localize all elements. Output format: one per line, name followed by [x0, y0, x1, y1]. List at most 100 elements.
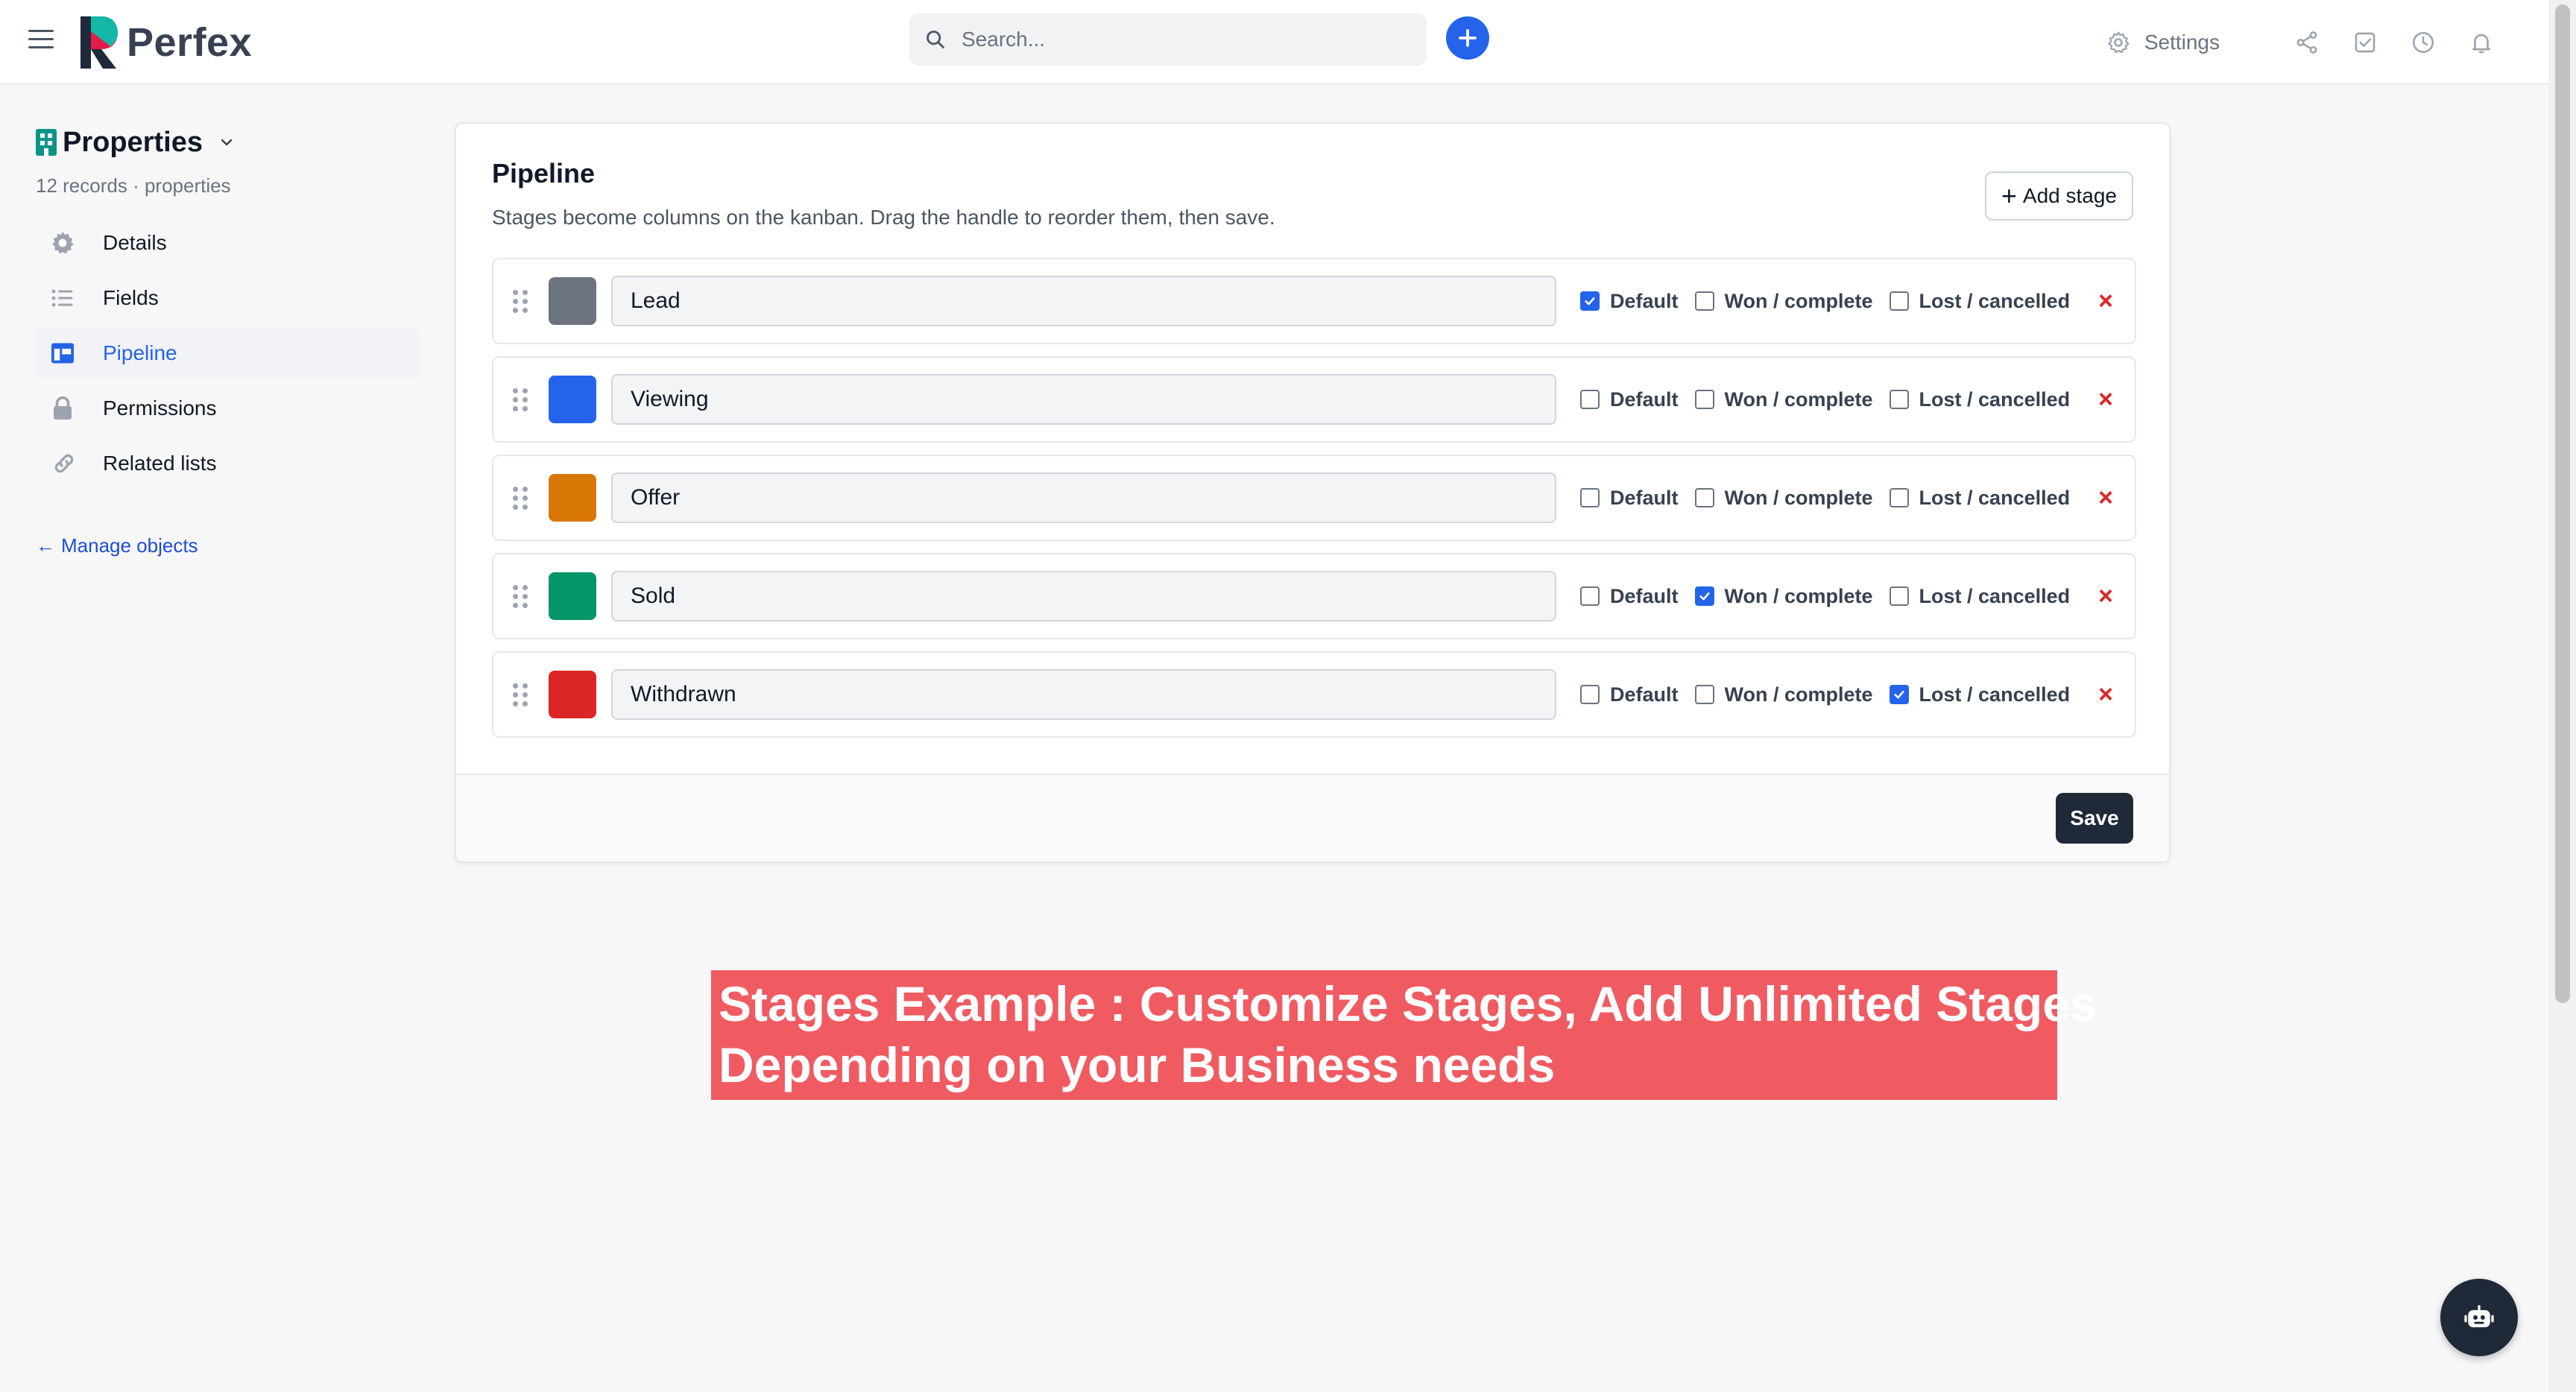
page-subtitle: Stages become columns on the kanban. Dra… — [492, 206, 1275, 229]
search-input[interactable] — [962, 28, 1409, 51]
sidebar-item-permissions[interactable]: Permissions — [36, 382, 419, 434]
robot-icon — [2464, 1305, 2494, 1328]
clock-icon[interactable] — [2411, 30, 2436, 55]
lock-icon — [49, 395, 80, 422]
default-checkbox[interactable]: Default — [1580, 585, 1679, 608]
default-label: Default — [1610, 486, 1679, 509]
page-title: Pipeline — [492, 158, 596, 189]
top-bar: Perfex Settings — [0, 0, 2549, 85]
building-icon — [36, 129, 57, 156]
drag-handle-icon[interactable] — [513, 289, 529, 313]
bell-icon[interactable] — [2469, 30, 2494, 55]
gear-icon — [49, 230, 80, 256]
drag-handle-icon[interactable] — [513, 584, 529, 608]
stage-row: Default Won / complete Lost / cancelled … — [492, 258, 2136, 344]
sidebar-item-label: Fields — [103, 286, 159, 309]
add-stage-button[interactable]: + Add stage — [1984, 171, 2133, 221]
top-actions: Settings — [2106, 21, 2494, 64]
delete-stage-icon[interactable]: × — [2098, 582, 2113, 611]
add-stage-label: Add stage — [2022, 184, 2117, 207]
stage-name-input[interactable] — [611, 472, 1556, 523]
delete-stage-icon[interactable]: × — [2098, 385, 2113, 414]
lost-checkbox[interactable]: Lost / cancelled — [1889, 289, 2071, 313]
sidebar-item-label: Related lists — [103, 452, 217, 475]
won-checkbox[interactable]: Won / complete — [1694, 290, 1873, 313]
stage-name-input[interactable] — [611, 276, 1556, 326]
delete-stage-icon[interactable]: × — [2098, 287, 2113, 316]
stage-row: Default Won / complete Lost / cancelled … — [492, 553, 2136, 639]
default-checkbox[interactable]: Default — [1580, 290, 1679, 313]
stage-row: Default Won / complete Lost / cancelled … — [492, 651, 2136, 738]
stage-color-swatch[interactable] — [549, 671, 596, 718]
list-icon — [49, 285, 80, 311]
object-header[interactable]: Properties — [36, 119, 419, 165]
share-icon[interactable] — [2294, 30, 2320, 55]
stage-color-swatch[interactable] — [549, 376, 596, 423]
default-label: Default — [1610, 584, 1679, 607]
settings-link[interactable]: Settings — [2106, 30, 2220, 55]
card-footer: Save — [456, 773, 2169, 861]
columns-icon — [49, 340, 80, 367]
page-scrollbar[interactable] — [2549, 0, 2576, 1392]
stage-name-input[interactable] — [611, 571, 1556, 621]
won-label: Won / complete — [1724, 486, 1873, 509]
perfex-logo-mark — [80, 16, 118, 69]
stage-color-swatch[interactable] — [549, 474, 596, 522]
sidebar-item-fields[interactable]: Fields — [36, 272, 419, 324]
won-checkbox[interactable]: Won / complete — [1694, 486, 1873, 510]
lost-label: Lost / cancelled — [1919, 486, 2071, 509]
drag-handle-icon[interactable] — [513, 387, 529, 411]
sidebar-item-pipeline[interactable]: Pipeline — [36, 327, 419, 379]
stage-row: Default Won / complete Lost / cancelled … — [492, 455, 2136, 541]
save-button[interactable]: Save — [2056, 793, 2133, 844]
menu-icon[interactable] — [28, 30, 54, 52]
manage-objects-link[interactable]: ← Manage objects — [36, 534, 419, 557]
delete-stage-icon[interactable]: × — [2098, 484, 2113, 513]
won-label: Won / complete — [1724, 683, 1873, 706]
lost-checkbox[interactable]: Lost / cancelled — [1889, 584, 2071, 608]
won-checkbox[interactable]: Won / complete — [1694, 387, 1873, 411]
scrollbar-thumb[interactable] — [2555, 4, 2570, 1003]
object-sidebar: Properties 12 records · properties Detai… — [36, 119, 419, 557]
stage-name-input[interactable] — [611, 669, 1556, 720]
search-icon — [909, 29, 962, 50]
stage-color-swatch[interactable] — [549, 277, 596, 325]
pipeline-card: Pipeline Stages become columns on the ka… — [455, 122, 2171, 863]
stage-color-swatch[interactable] — [549, 572, 596, 620]
banner-line-2: Depending on your Business needs — [719, 1037, 1556, 1092]
lost-checkbox[interactable]: Lost / cancelled — [1889, 683, 2070, 706]
sidebar-item-details[interactable]: Details — [36, 217, 419, 269]
object-title: Properties — [63, 126, 203, 158]
sidebar-item-related-lists[interactable]: Related lists — [36, 437, 419, 490]
lost-checkbox[interactable]: Lost / cancelled — [1889, 388, 2070, 411]
stage-list: Default Won / complete Lost / cancelled … — [492, 258, 2136, 750]
task-icon[interactable] — [2352, 30, 2378, 55]
won-label: Won / complete — [1724, 387, 1873, 411]
app-name: Perfex — [127, 20, 253, 65]
promo-banner: Stages Example : Customize Stages, Add U… — [711, 970, 2097, 1100]
lost-label: Lost / cancelled — [1919, 584, 2071, 607]
default-checkbox[interactable]: Default — [1580, 487, 1679, 510]
lost-label: Lost / cancelled — [1919, 289, 2071, 312]
won-checkbox[interactable]: Won / complete — [1694, 683, 1873, 706]
banner-line-1: Stages Example : Customize Stages, Add U… — [719, 976, 2097, 1031]
chatbot-button[interactable] — [2440, 1279, 2518, 1356]
delete-stage-icon[interactable]: × — [2098, 680, 2113, 709]
drag-handle-icon[interactable] — [513, 486, 529, 510]
sidebar-item-label: Details — [103, 231, 167, 254]
quick-add-button[interactable] — [1446, 16, 1489, 60]
gear-icon — [2107, 31, 2130, 54]
app-logo[interactable]: Perfex — [80, 16, 252, 69]
default-label: Default — [1610, 683, 1679, 706]
won-checkbox[interactable]: Won / complete — [1694, 585, 1873, 608]
sidebar-item-label: Permissions — [103, 396, 217, 420]
default-checkbox[interactable]: Default — [1580, 388, 1679, 411]
settings-label: Settings — [2144, 31, 2220, 54]
lost-checkbox[interactable]: Lost / cancelled — [1889, 486, 2071, 510]
drag-handle-icon[interactable] — [513, 683, 529, 706]
stage-name-input[interactable] — [611, 374, 1556, 425]
default-checkbox[interactable]: Default — [1580, 683, 1679, 706]
global-search[interactable] — [909, 13, 1427, 66]
arrow-left-icon: ← — [36, 534, 55, 557]
chevron-down-icon[interactable] — [218, 133, 236, 151]
